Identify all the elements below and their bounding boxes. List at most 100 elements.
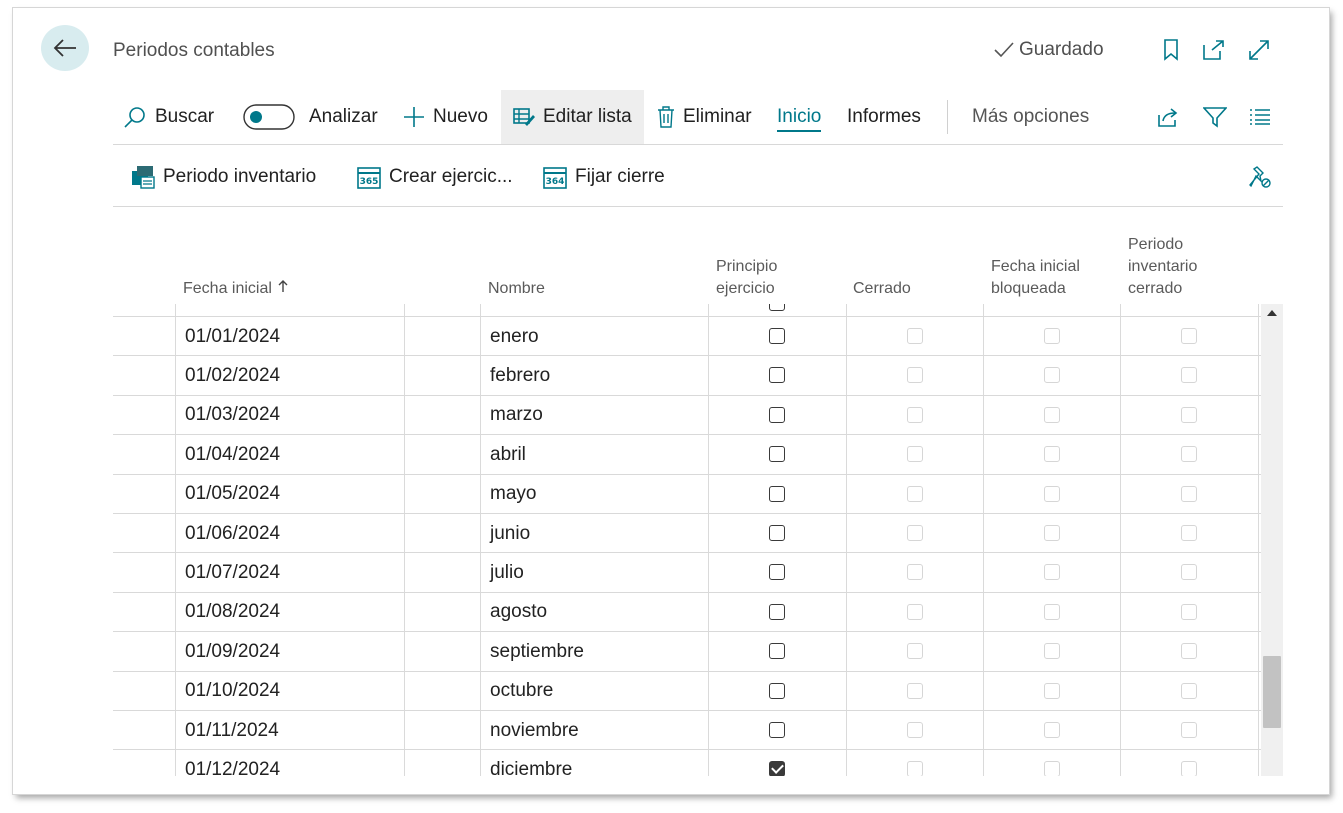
analyze-toggle[interactable]: Analizar xyxy=(243,90,378,144)
fiscal-start-checkbox[interactable] xyxy=(769,328,785,344)
name-cell[interactable]: agosto xyxy=(490,593,547,632)
pin-off-icon xyxy=(1249,166,1271,188)
fiscal-start-checkbox[interactable] xyxy=(769,643,785,660)
table-row[interactable]: 01/01/2024 enero xyxy=(113,316,1261,356)
start-date-cell[interactable]: 01/02/2024 xyxy=(185,356,280,395)
table-row[interactable]: 01/11/2024 noviembre xyxy=(113,710,1261,750)
date-locked-checkbox xyxy=(1044,682,1060,699)
name-cell[interactable]: julio xyxy=(490,553,524,592)
fiscal-start-checkbox[interactable] xyxy=(769,722,785,738)
start-date-cell[interactable]: 01/12/2024 xyxy=(185,750,280,776)
closed-checkbox xyxy=(907,525,923,541)
start-date-cell[interactable]: 01/08/2024 xyxy=(185,593,280,632)
inventory-closed-checkbox xyxy=(1181,603,1197,620)
scroll-up-icon[interactable] xyxy=(1267,310,1277,316)
table-row[interactable]: 01/02/2024 febrero xyxy=(113,355,1261,395)
name-cell[interactable]: marzo xyxy=(490,396,543,435)
start-date-cell[interactable]: 01/09/2024 xyxy=(185,632,280,671)
name-cell[interactable]: octubre xyxy=(490,672,553,711)
fiscal-start-checkbox[interactable] xyxy=(769,525,785,541)
name-cell[interactable]: mayo xyxy=(490,475,536,514)
table-row[interactable]: 01/12/2024 diciembre xyxy=(113,749,1261,776)
pin-actions-button[interactable] xyxy=(1248,150,1272,204)
action-bar-divider xyxy=(113,144,1283,145)
fiscal-start-checkbox[interactable] xyxy=(769,682,785,699)
name-cell[interactable]: enero xyxy=(490,317,539,356)
toolbar-separator xyxy=(947,100,948,134)
name-cell[interactable]: abril xyxy=(490,435,526,474)
date-locked-checkbox xyxy=(1044,446,1060,463)
svg-text:365: 365 xyxy=(360,177,379,187)
name-cell[interactable]: junio xyxy=(490,514,530,553)
back-button[interactable] xyxy=(41,25,89,71)
delete-button[interactable]: Eliminar xyxy=(657,90,752,144)
close-year-button[interactable]: 364 Fijar cierre xyxy=(543,150,665,204)
table-row[interactable]: 01/07/2024 julio xyxy=(113,552,1261,592)
share-button[interactable] xyxy=(1156,90,1180,144)
column-header-fiscal-start[interactable]: Principio ejercicio xyxy=(716,256,777,300)
create-fiscal-year-button[interactable]: 365 Crear ejercic... xyxy=(357,150,513,204)
vertical-scrollbar[interactable] xyxy=(1261,304,1283,776)
tab-informes[interactable]: Informes xyxy=(847,90,921,144)
table-row[interactable]: 01/08/2024 agosto xyxy=(113,591,1261,632)
name-cell[interactable]: diciembre xyxy=(490,750,572,776)
filter-button[interactable] xyxy=(1203,90,1227,144)
trash-icon xyxy=(658,106,674,128)
open-new-window-icon[interactable] xyxy=(1201,38,1225,62)
fiscal-start-checkbox[interactable] xyxy=(769,406,785,423)
date-locked-checkbox xyxy=(1044,525,1060,541)
start-date-cell[interactable]: 01/01/2024 xyxy=(185,317,280,356)
table-row[interactable]: 01/04/2024 abril xyxy=(113,434,1261,474)
column-header-inventory-closed[interactable]: Periodo inventario cerrado xyxy=(1128,234,1197,300)
date-locked-checkbox xyxy=(1044,367,1060,384)
list-view-button[interactable] xyxy=(1249,90,1271,144)
start-date-cell[interactable]: 01/04/2024 xyxy=(185,435,280,474)
fiscal-start-checkbox[interactable] xyxy=(769,367,785,384)
edit-list-button[interactable]: Editar lista xyxy=(501,90,644,144)
fiscal-start-checkbox[interactable] xyxy=(769,603,785,620)
more-options-label: Más opciones xyxy=(972,106,1090,127)
fiscal-start-checkbox[interactable] xyxy=(769,761,785,776)
start-date-cell[interactable]: 01/05/2024 xyxy=(185,475,280,514)
bookmark-icon[interactable] xyxy=(1159,38,1183,62)
more-options-button[interactable]: Más opciones xyxy=(972,90,1089,144)
list-icon xyxy=(1250,109,1270,125)
calendar-close-icon: 364 xyxy=(543,167,567,189)
table-row[interactable]: 01/09/2024 septiembre xyxy=(113,631,1261,671)
new-button[interactable]: Nuevo xyxy=(403,90,488,144)
table-row[interactable]: 01/05/2024 mayo xyxy=(113,473,1261,514)
closed-checkbox xyxy=(907,485,923,502)
start-date-cell[interactable]: 01/06/2024 xyxy=(185,514,280,553)
closed-checkbox xyxy=(907,328,923,344)
fiscal-start-checkbox[interactable] xyxy=(769,485,785,502)
start-date-cell[interactable]: 01/07/2024 xyxy=(185,553,280,592)
column-header-date-locked[interactable]: Fecha inicial bloqueada xyxy=(991,256,1080,300)
column-header-start-date[interactable]: Fecha inicial xyxy=(183,278,288,300)
tab-inicio[interactable]: Inicio xyxy=(777,90,822,144)
column-header-inventory-closed-line2: inventario xyxy=(1128,258,1198,275)
create-fiscal-year-label: Crear ejercic... xyxy=(389,166,513,187)
table-row[interactable]: 01/10/2024 octubre xyxy=(113,670,1261,711)
page-title: Periodos contables xyxy=(113,40,275,61)
name-cell[interactable]: noviembre xyxy=(490,711,579,750)
name-cell[interactable]: septiembre xyxy=(490,632,584,671)
fiscal-start-checkbox[interactable] xyxy=(769,446,785,463)
fiscal-start-checkbox[interactable] xyxy=(769,564,785,581)
search-button[interactable]: Buscar xyxy=(123,90,214,144)
column-header-fiscal-start-line2: ejercicio xyxy=(716,280,775,297)
expand-icon[interactable] xyxy=(1247,38,1271,62)
inventory-closed-checkbox xyxy=(1181,406,1197,423)
column-header-name[interactable]: Nombre xyxy=(488,278,545,300)
grid-body: 01/01/2024 enero 01/02/2024 febrero 01/03/20… xyxy=(113,304,1261,776)
table-row[interactable]: 01/03/2024 marzo xyxy=(113,394,1261,435)
sort-ascending-icon xyxy=(278,280,288,292)
scrollbar-thumb[interactable] xyxy=(1263,656,1281,728)
start-date-cell[interactable]: 01/11/2024 xyxy=(185,711,279,750)
start-date-cell[interactable]: 01/03/2024 xyxy=(185,396,280,435)
inventory-period-button[interactable]: Periodo inventario xyxy=(131,150,316,204)
column-header-inventory-closed-line1: Periodo xyxy=(1128,236,1184,253)
name-cell[interactable]: febrero xyxy=(490,356,550,395)
table-row[interactable]: 01/06/2024 junio xyxy=(113,513,1261,553)
column-header-closed[interactable]: Cerrado xyxy=(853,278,911,300)
start-date-cell[interactable]: 01/10/2024 xyxy=(185,672,280,711)
